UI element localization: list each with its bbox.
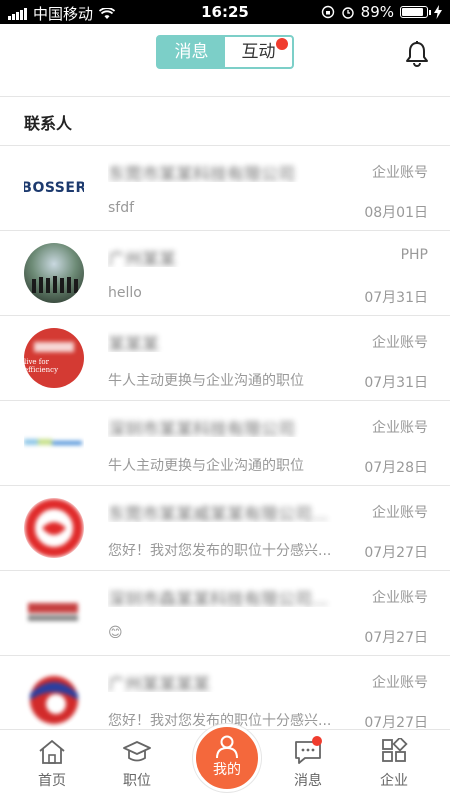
logo-mark: [34, 342, 74, 352]
company-logo-avatar: [24, 498, 84, 558]
contact-avatar: [24, 243, 84, 303]
last-message: 您好！我对您发布的职位十分感兴...: [108, 543, 332, 559]
tab-company[interactable]: 企业: [358, 738, 430, 790]
contacts-section-header: 联系人: [0, 97, 450, 146]
home-icon: [39, 739, 65, 764]
tab-messages[interactable]: 消息: [158, 37, 225, 67]
contact-name: 广州某某: [108, 250, 176, 267]
charging-icon: [434, 5, 442, 19]
position-tag: PHP: [400, 247, 428, 263]
company-logo-avatar: [24, 413, 84, 473]
account-tag: 企业账号: [372, 505, 428, 521]
alarm-icon: [341, 7, 354, 19]
grid-apps-icon: [382, 738, 408, 762]
company-logo-avatar: [24, 583, 84, 643]
account-tag: 企业账号: [372, 335, 428, 351]
tab-messages-label: 消息: [294, 773, 322, 789]
segmented-control: 消息 互动: [156, 35, 294, 69]
contact-row[interactable]: live for efficiency 某某某 牛人主动更换与企业沟通的职位 企…: [0, 316, 450, 401]
tab-messages[interactable]: 消息: [272, 736, 344, 790]
logo-text: BOSSER: [24, 180, 84, 196]
message-date: 07月31日: [364, 290, 428, 306]
account-tag: 企业账号: [372, 165, 428, 181]
last-message: 牛人主动更换与企业沟通的职位: [108, 373, 304, 389]
status-bar: 中国移动 16:25 89%: [0, 0, 450, 24]
last-message: sfdf: [108, 200, 135, 216]
contact-row[interactable]: BOSSER 东莞市某某科技有限公司 sfdf 企业账号 08月01日: [0, 146, 450, 231]
message-date: 07月27日: [364, 715, 428, 730]
tab-jobs-label: 职位: [123, 773, 151, 789]
contact-name: 东莞市某某威某某有限公司...: [108, 505, 329, 522]
logo-slogan: live for efficiency: [24, 358, 59, 374]
contact-name: 深圳市森某某科技有限公司...: [108, 590, 329, 607]
contact-row[interactable]: 深圳市森某某科技有限公司... 😊 企业账号 07月27日: [0, 571, 450, 656]
bell-icon[interactable]: [404, 40, 430, 68]
orientation-lock-icon: [321, 5, 334, 19]
battery-percent: 89%: [360, 3, 394, 21]
interact-badge-dot: [276, 38, 288, 50]
contact-list: BOSSER 东莞市某某科技有限公司 sfdf 企业账号 08月01日 广州某某…: [0, 146, 450, 730]
header: 消息 互动: [0, 24, 450, 97]
message-date: 07月28日: [364, 460, 428, 476]
tab-me[interactable]: 我的: [193, 724, 261, 792]
tab-company-label: 企业: [380, 773, 408, 789]
last-message: 😊: [108, 625, 123, 641]
bottom-tab-bar: 首页 职位 我的 消息 企业: [0, 724, 450, 800]
last-message: 牛人主动更换与企业沟通的职位: [108, 458, 304, 474]
company-logo-avatar: live for efficiency: [24, 328, 84, 388]
contact-row[interactable]: 广州某某某某 您好！我对您发布的职位十分感兴... 企业账号 07月27日: [0, 656, 450, 730]
person-icon: [216, 735, 238, 759]
contact-name: 东莞市某某科技有限公司: [108, 165, 295, 182]
message-date: 08月01日: [364, 205, 428, 221]
status-right: 89%: [321, 3, 442, 21]
contact-row[interactable]: 深圳市某某科技有限公司 牛人主动更换与企业沟通的职位 企业账号 07月28日: [0, 401, 450, 486]
company-logo-avatar: BOSSER: [24, 158, 84, 218]
contact-name: 广州某某某某: [108, 675, 210, 692]
tab-home[interactable]: 首页: [16, 738, 88, 790]
contact-row[interactable]: 广州某某 hello PHP 07月31日: [0, 231, 450, 316]
message-date: 07月31日: [364, 375, 428, 391]
messages-badge-dot: [312, 736, 322, 746]
tab-me-label: 我的: [213, 762, 241, 778]
contact-name: 深圳市某某科技有限公司: [108, 420, 295, 437]
message-date: 07月27日: [364, 545, 428, 561]
account-tag: 企业账号: [372, 420, 428, 436]
account-tag: 企业账号: [372, 590, 428, 606]
account-tag: 企业账号: [372, 675, 428, 691]
message-date: 07月27日: [364, 630, 428, 646]
company-logo-avatar: [24, 668, 84, 728]
tab-home-label: 首页: [38, 773, 66, 789]
contact-name: 某某某: [108, 335, 159, 352]
section-title: 联系人: [24, 114, 73, 133]
last-message: hello: [108, 285, 142, 301]
contact-row[interactable]: 东莞市某某威某某有限公司... 您好！我对您发布的职位十分感兴... 企业账号 …: [0, 486, 450, 571]
tab-jobs[interactable]: 职位: [101, 738, 173, 790]
battery-icon: [400, 6, 431, 18]
graduation-cap-icon: [123, 741, 151, 762]
